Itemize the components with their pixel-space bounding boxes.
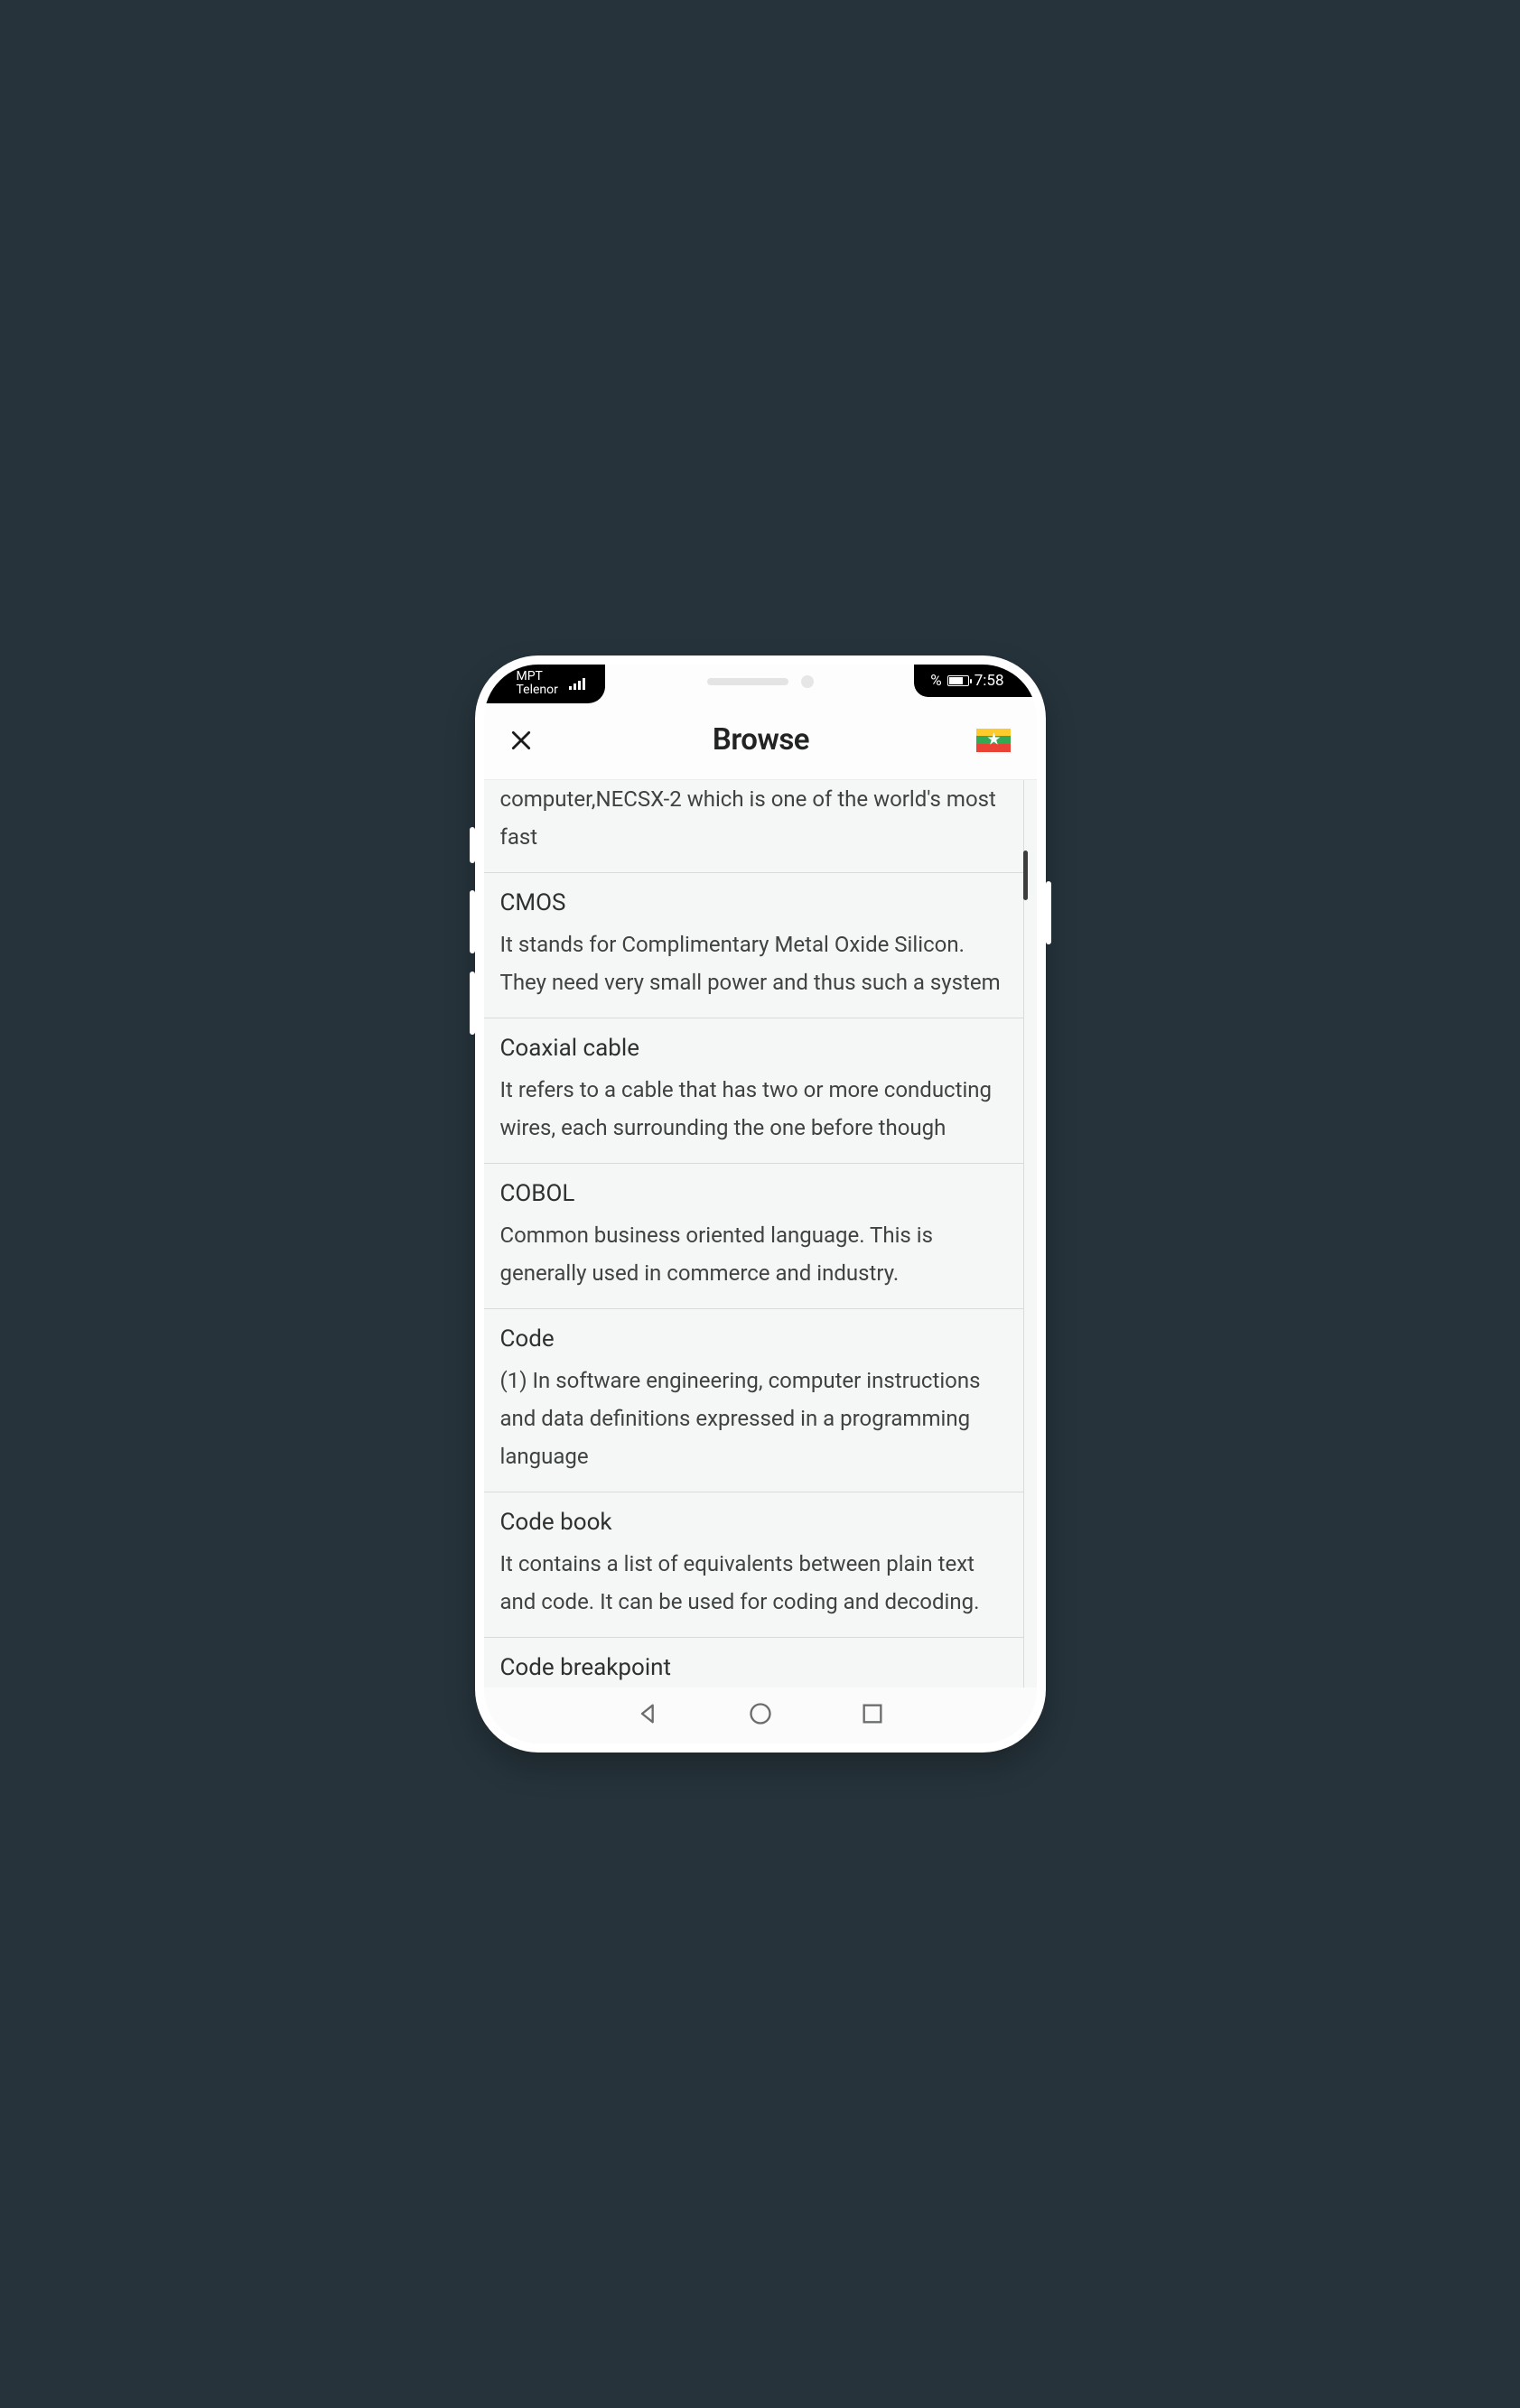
volume-down <box>470 972 475 1035</box>
flag-star-icon: ★ <box>986 730 1001 748</box>
list-item[interactable]: computer,NECSX-2 which is one of the wor… <box>484 780 1024 873</box>
item-title: Code breakpoint <box>500 1654 1007 1681</box>
item-title: Coaxial cable <box>500 1035 1007 1062</box>
item-title: Code <box>500 1325 1007 1353</box>
volume-up <box>470 890 475 953</box>
back-icon <box>636 1701 661 1726</box>
home-icon <box>748 1701 773 1726</box>
status-left: MPT Telenor <box>484 665 605 703</box>
item-description: computer,NECSX-2 which is one of the wor… <box>500 780 1007 856</box>
carrier-1: MPT <box>517 670 558 683</box>
clock: 7:58 <box>974 672 1004 690</box>
list-item[interactable]: CMOS It stands for Complimentary Metal O… <box>484 873 1024 1018</box>
list-item[interactable]: Code (1) In software engineering, comput… <box>484 1309 1024 1492</box>
battery-icon <box>947 675 969 686</box>
notch <box>707 675 814 688</box>
signal-icon <box>569 678 585 690</box>
item-description: It stands for Complimentary Metal Oxide … <box>500 925 1007 1001</box>
phone-frame: MPT Telenor % 7:58 <box>475 655 1046 1753</box>
list-item[interactable]: Code book It contains a list of equivale… <box>484 1492 1024 1638</box>
close-icon <box>509 729 533 752</box>
list-item[interactable]: Code breakpoint A breakpoint that is ini… <box>484 1638 1024 1687</box>
battery-percent-suffix: % <box>930 672 941 690</box>
definition-list[interactable]: computer,NECSX-2 which is one of the wor… <box>484 780 1037 1687</box>
front-camera <box>801 675 814 688</box>
item-title: Code book <box>500 1509 1007 1536</box>
list-item[interactable]: Coaxial cable It refers to a cable that … <box>484 1018 1024 1164</box>
item-description: (1) In software engineering, computer in… <box>500 1362 1007 1475</box>
square-icon <box>860 1701 885 1726</box>
carrier-2: Telenor <box>517 683 558 697</box>
app-header: Browse ★ <box>484 701 1037 780</box>
scrollbar-thumb[interactable] <box>1023 851 1028 900</box>
close-button[interactable] <box>509 729 546 752</box>
system-nav-bar <box>484 1687 1037 1743</box>
item-description: Common business oriented language. This … <box>500 1216 1007 1292</box>
page-title: Browse <box>713 722 809 758</box>
mute-switch <box>470 827 475 863</box>
item-title: CMOS <box>500 889 1007 916</box>
list-item[interactable]: COBOL Common business oriented language.… <box>484 1164 1024 1309</box>
status-bar: MPT Telenor % 7:58 <box>484 665 1037 701</box>
speaker-grille <box>707 678 788 685</box>
item-description: It refers to a cable that has two or mor… <box>500 1071 1007 1147</box>
power-button <box>1046 881 1051 944</box>
back-button[interactable] <box>636 1701 661 1730</box>
recent-apps-button[interactable] <box>860 1701 885 1730</box>
item-title: COBOL <box>500 1180 1007 1207</box>
language-flag-button[interactable]: ★ <box>976 729 1011 752</box>
item-description: It contains a list of equivalents betwee… <box>500 1545 1007 1621</box>
home-button[interactable] <box>748 1701 773 1730</box>
status-right: % 7:58 <box>914 665 1036 697</box>
phone-screen: MPT Telenor % 7:58 <box>484 665 1037 1743</box>
